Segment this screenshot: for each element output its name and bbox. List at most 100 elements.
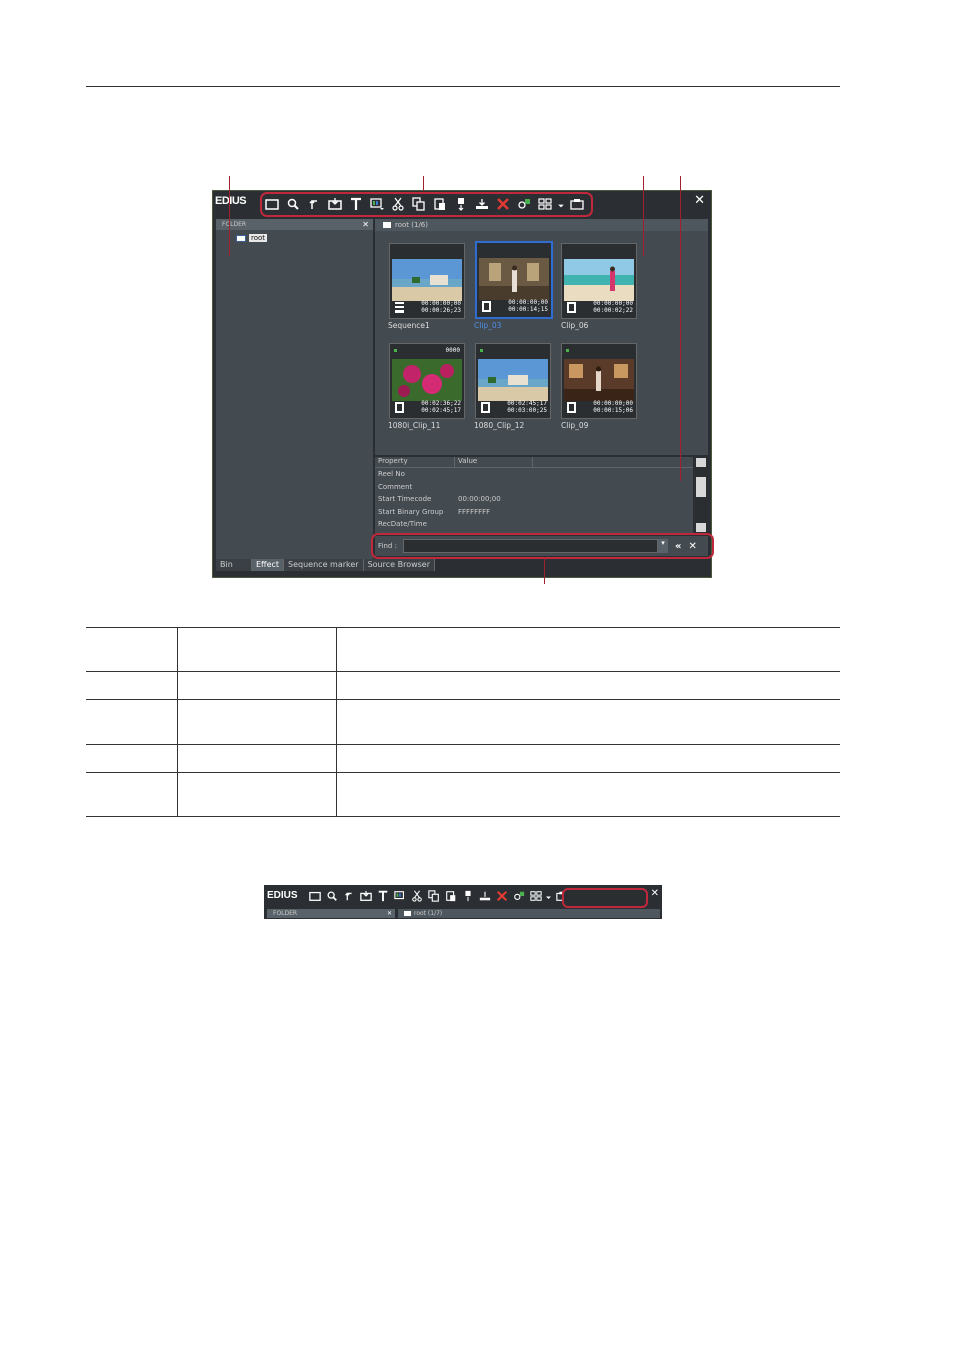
callout-line-toolbar: [423, 176, 424, 191]
tab-bin[interactable]: Bin: [216, 559, 252, 571]
add-to-timeline-icon[interactable]: [477, 888, 492, 904]
properties-panel: Property Value Reel No Comment Start Tim…: [375, 457, 693, 533]
clip-label: Clip_03: [474, 321, 502, 330]
search-icon[interactable]: [324, 888, 339, 904]
beach-resort-image: [478, 359, 548, 401]
copy-icon[interactable]: [426, 888, 441, 904]
find-bar-highlight: [371, 533, 714, 559]
tab-source-browser[interactable]: Source Browser: [363, 559, 436, 571]
window-close-button[interactable]: ✕: [694, 193, 705, 208]
folder-panel: FOLDER ✕ root: [216, 219, 373, 559]
timecode-out: 00:02:45;17: [421, 407, 461, 414]
timecode-out: 00:00:15;06: [593, 407, 633, 414]
scroll-down-icon[interactable]: [696, 523, 706, 532]
callout-line-find: [544, 558, 545, 584]
lobby-woman-image: [479, 258, 549, 300]
timecode-in: 00:00:00;00: [421, 300, 461, 307]
bin-window: EDIUS ✕ FOLDER ✕ root root (1/6) 00:00:0…: [212, 190, 714, 578]
clip-label: Clip_06: [561, 321, 589, 330]
property-row[interactable]: RecDate/Time: [375, 518, 693, 531]
clip-number: 0000: [445, 347, 460, 354]
folder-header-label: FOLDER: [273, 910, 298, 917]
mini-bin-window: EDIUS ✕ FOLDER ✕ root (1/7): [264, 885, 662, 919]
film-icon: [482, 301, 491, 312]
scroll-up-icon[interactable]: [696, 458, 706, 467]
chevron-down-icon[interactable]: [545, 888, 552, 904]
toolbar-highlight: [260, 192, 593, 217]
table-row: [86, 699, 840, 745]
property-row[interactable]: Start Binary Group FFFFFFFF: [375, 506, 693, 519]
clip-thumbnail-clip03[interactable]: 00:00:00;00 00:00:14;15: [475, 241, 553, 319]
column-property[interactable]: Property: [375, 457, 455, 467]
folder-close-icon[interactable]: ✕: [362, 219, 369, 230]
delete-icon[interactable]: [494, 888, 509, 904]
window-title: EDIUS: [267, 890, 298, 901]
title-icon[interactable]: [375, 888, 390, 904]
property-row[interactable]: Reel No: [375, 468, 693, 481]
callout-line-properties: [680, 176, 681, 481]
bottom-tabs: Bin Effect Sequence marker Source Browse…: [216, 559, 436, 571]
window-close-button[interactable]: ✕: [651, 888, 659, 899]
clip-label: 1080i_Clip_11: [388, 421, 441, 430]
folder-header: FOLDER ✕: [216, 219, 373, 230]
timecode-in: 00:02:36;22: [421, 400, 461, 407]
cut-icon[interactable]: [409, 888, 424, 904]
color-bar-icon[interactable]: [392, 888, 407, 904]
timecode-in: 00:00:00;00: [593, 400, 633, 407]
film-icon: [395, 402, 404, 413]
callout-line-clip-view: [643, 176, 644, 256]
bin-toolbar: [307, 888, 569, 904]
find-input[interactable]: [562, 888, 648, 908]
view-mode-icon[interactable]: [528, 888, 543, 904]
property-key: Start Timecode: [378, 495, 432, 503]
tab-effect[interactable]: Effect: [252, 559, 285, 571]
clip-view-path: root (1/7): [414, 910, 443, 917]
window-title: EDIUS: [215, 195, 247, 207]
timecode-out: 00:00:02;22: [593, 307, 633, 314]
tree-item-root[interactable]: root: [236, 234, 268, 242]
clip-label: Clip_09: [561, 421, 589, 430]
table-row: [86, 772, 840, 817]
clip-thumbnail-clip09[interactable]: 00:00:00;00 00:00:15;06: [561, 343, 637, 419]
clip-view-header: root (1/6): [375, 219, 708, 231]
folder-icon: [383, 222, 391, 228]
tab-sequence-marker[interactable]: Sequence marker: [284, 559, 364, 571]
folder-icon[interactable]: [307, 888, 322, 904]
timecode-out: 00:00:26;23: [421, 307, 461, 314]
status-dot: [566, 349, 569, 352]
clip-label: 1080_Clip_12: [474, 421, 525, 430]
tree-item-label: root: [249, 234, 268, 242]
folder-close-icon[interactable]: ✕: [387, 909, 392, 918]
property-row[interactable]: Start Timecode 00:00:00;00: [375, 493, 693, 506]
table-row: [86, 627, 840, 672]
folder-icon: [236, 234, 246, 242]
timecode-in: 00:00:00;00: [508, 299, 548, 306]
column-value[interactable]: Value: [455, 457, 533, 467]
insert-to-timeline-icon[interactable]: [460, 888, 475, 904]
add-clip-icon[interactable]: [358, 888, 373, 904]
properties-icon[interactable]: [511, 888, 526, 904]
clip-thumbnail-1080i-clip11[interactable]: 0000 00:02:36;22 00:02:45;17: [389, 343, 465, 419]
property-key: RecDate/Time: [378, 520, 427, 528]
property-row[interactable]: Comment: [375, 481, 693, 494]
property-value: FFFFFFFF: [458, 507, 491, 516]
film-icon: [481, 402, 490, 413]
clip-view-header: root (1/7): [398, 909, 660, 918]
property-key: Reel No: [378, 470, 405, 478]
paste-icon[interactable]: [443, 888, 458, 904]
properties-scrollbar[interactable]: [695, 457, 707, 533]
clip-thumbnail-clip06[interactable]: 00:00:00;00 00:00:02;22: [561, 243, 637, 319]
table-row: [86, 671, 840, 700]
property-value: 00:00:00;00: [458, 495, 501, 503]
folder-icon: [404, 911, 411, 916]
timecode-out: 00:03:00;25: [507, 407, 547, 414]
clip-thumbnail-sequence1[interactable]: 00:00:00;00 00:00:26;23: [389, 243, 465, 319]
properties-header: Property Value: [375, 457, 693, 468]
scroll-thumb[interactable]: [696, 477, 706, 497]
clip-thumbnail-1080-clip12[interactable]: 00:02:45;17 00:03:00;25: [475, 343, 551, 419]
flowers-image: [392, 359, 462, 401]
property-key: Start Binary Group: [378, 507, 444, 516]
description-table: [86, 627, 840, 817]
beach-woman-image: [564, 259, 634, 301]
up-folder-icon[interactable]: [341, 888, 356, 904]
